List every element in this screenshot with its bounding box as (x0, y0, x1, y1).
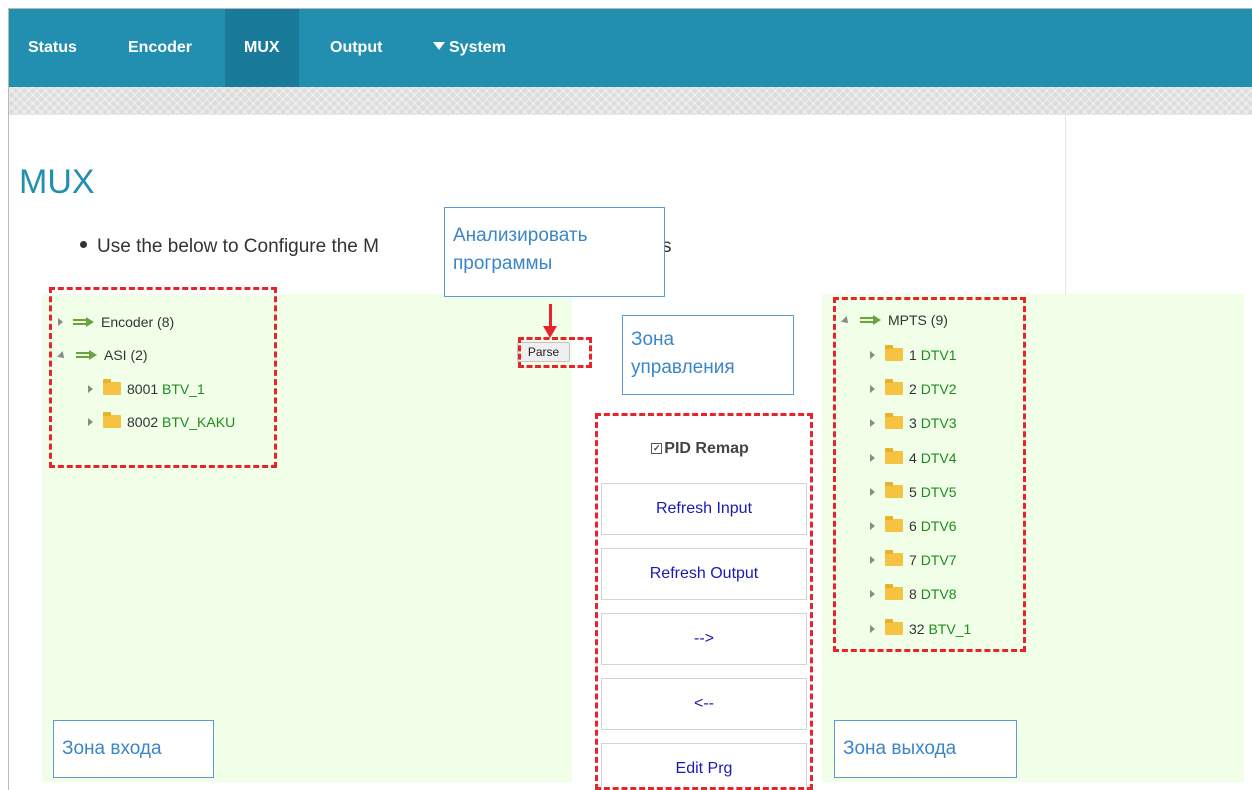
callout-line: Зона (631, 329, 675, 350)
control-zone-callout: Зона управления (622, 315, 794, 395)
page-title: MUX (19, 163, 95, 201)
callout-line: управления (631, 357, 735, 378)
pointer-arrow-icon (543, 304, 557, 338)
analyze-callout: Анализировать программы (444, 207, 665, 297)
parse-highlight-box (518, 337, 592, 368)
nav-system[interactable]: System (414, 9, 525, 87)
input-highlight-box (49, 287, 277, 468)
sidebar-divider (1065, 106, 1066, 294)
callout-line: программы (453, 253, 553, 274)
nav-output[interactable]: Output (311, 9, 401, 87)
input-zone-callout: Зона входа (53, 720, 214, 778)
control-highlight-box (595, 413, 813, 790)
nav-status[interactable]: Status (9, 9, 96, 87)
callout-line: Анализировать (453, 225, 588, 246)
output-zone-callout: Зона выхода (834, 720, 1017, 778)
description-text: Use the below to Configure the M (97, 236, 379, 257)
bullet-icon (80, 241, 87, 248)
top-navbar: Status Encoder MUX Output System (9, 9, 1252, 87)
caret-down-icon (433, 42, 445, 50)
nav-mux[interactable]: MUX (225, 9, 299, 87)
page-description: Use the below to Configure the Ms (80, 236, 672, 258)
nav-system-label: System (449, 39, 506, 56)
nav-encoder[interactable]: Encoder (109, 9, 211, 87)
output-highlight-box (833, 297, 1026, 652)
